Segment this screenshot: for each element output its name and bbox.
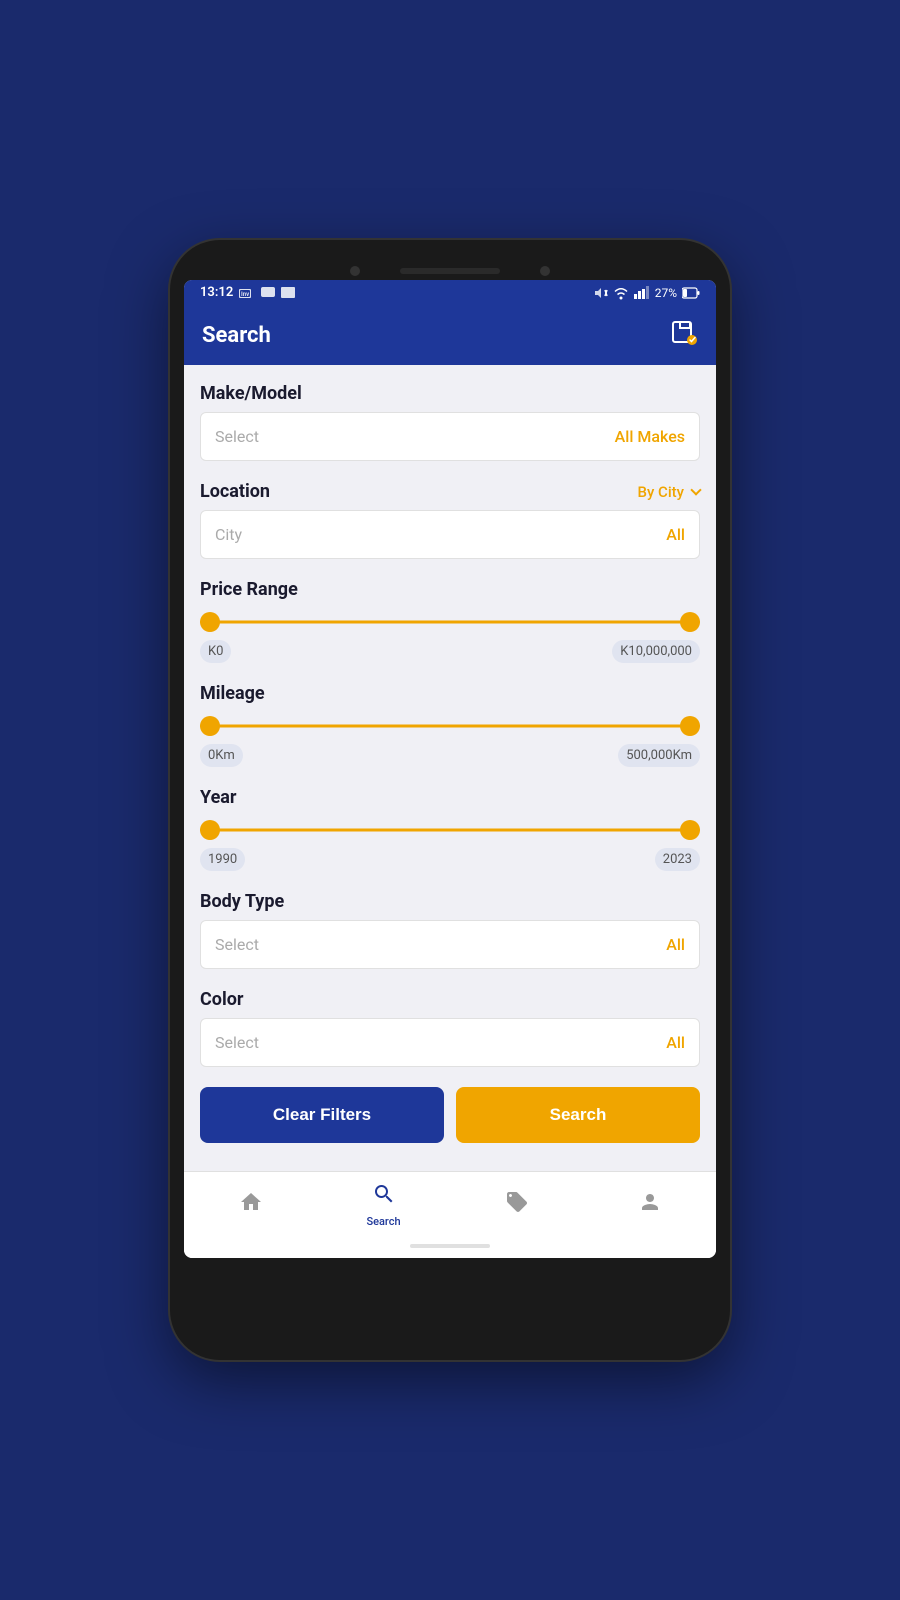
make-model-section: Make/Model Select All Makes [200,383,700,461]
person-icon [638,1190,662,1220]
year-label: Year [200,787,700,808]
mileage-min-value: 0Km [200,744,243,767]
price-thumb-max[interactable] [680,612,700,632]
wifi-icon [613,286,629,300]
mileage-section: Mileage 0Km 500,000Km [200,683,700,767]
status-bar: 13:12 Inv 27% [184,280,716,305]
color-label: Color [200,989,243,1010]
body-type-placeholder: Select [215,935,259,954]
mileage-label: Mileage [200,683,700,704]
mileage-max-value: 500,000Km [618,744,700,767]
color-value: All [666,1033,685,1052]
body-type-label: Body Type [200,891,284,912]
app-header: Search [184,305,716,365]
battery-level: 27% [655,286,677,300]
battery-icon [682,287,700,299]
front-camera [350,266,360,276]
make-model-label: Make/Model [200,383,302,404]
year-max-value: 2023 [655,848,700,871]
status-time: 13:12 [200,285,233,300]
color-section: Color Select All [200,989,700,1067]
body-type-value: All [666,935,685,954]
mileage-track [200,725,700,728]
chevron-down-icon [690,484,701,495]
make-model-dropdown[interactable]: Select All Makes [200,412,700,461]
search-icon [372,1182,396,1212]
year-thumb-max[interactable] [680,820,700,840]
year-min-value: 1990 [200,848,245,871]
city-placeholder: City [215,525,242,544]
year-track [200,829,700,832]
save-edit-button[interactable] [670,319,698,351]
mileage-values: 0Km 500,000Km [200,744,700,767]
make-model-placeholder: Select [215,427,259,446]
year-section: Year 1990 2023 [200,787,700,871]
color-placeholder: Select [215,1033,259,1052]
home-icon [239,1190,263,1220]
body-type-dropdown[interactable]: Select All [200,920,700,969]
page-title: Search [202,323,271,348]
signal-icon [634,286,650,300]
body-type-section: Body Type Select All [200,891,700,969]
price-range-slider[interactable] [200,612,700,632]
city-dropdown[interactable]: City All [200,510,700,559]
location-label: Location [200,481,270,502]
color-dropdown[interactable]: Select All [200,1018,700,1067]
img-icon [281,287,295,299]
action-buttons: Clear Filters Search [200,1087,700,1143]
year-values: 1990 2023 [200,848,700,871]
price-track [200,621,700,624]
clear-filters-button[interactable]: Clear Filters [200,1087,444,1143]
nav-search-label: Search [366,1215,400,1228]
content-area: Make/Model Select All Makes Location By … [184,365,716,1171]
mileage-thumb-max[interactable] [680,716,700,736]
mute-icon [594,286,608,300]
nav-profile[interactable] [583,1190,716,1220]
price-min-value: K0 [200,640,231,663]
speaker [400,268,500,274]
year-slider[interactable] [200,820,700,840]
msg-icon [261,287,275,299]
price-values: K0 K10,000,000 [200,640,700,663]
nav-tags[interactable] [450,1190,583,1220]
tag-icon [505,1190,529,1220]
year-thumb-min[interactable] [200,820,220,840]
mileage-slider[interactable] [200,716,700,736]
location-filter-type[interactable]: By City [637,483,700,501]
proximity-sensor [540,266,550,276]
make-model-value: All Makes [615,427,685,446]
bottom-nav: Search [184,1171,716,1234]
inv-icon: Inv [239,287,255,299]
price-range-label: Price Range [200,579,700,600]
search-button[interactable]: Search [456,1087,700,1143]
city-value: All [666,525,685,544]
svg-text:Inv: Inv [241,291,249,298]
price-max-value: K10,000,000 [612,640,700,663]
nav-search[interactable]: Search [317,1182,450,1228]
mileage-thumb-min[interactable] [200,716,220,736]
nav-home[interactable] [184,1190,317,1220]
location-section: Location By City City All [200,481,700,559]
home-indicator [410,1244,490,1248]
price-range-section: Price Range K0 K10,000,000 [200,579,700,663]
price-thumb-min[interactable] [200,612,220,632]
